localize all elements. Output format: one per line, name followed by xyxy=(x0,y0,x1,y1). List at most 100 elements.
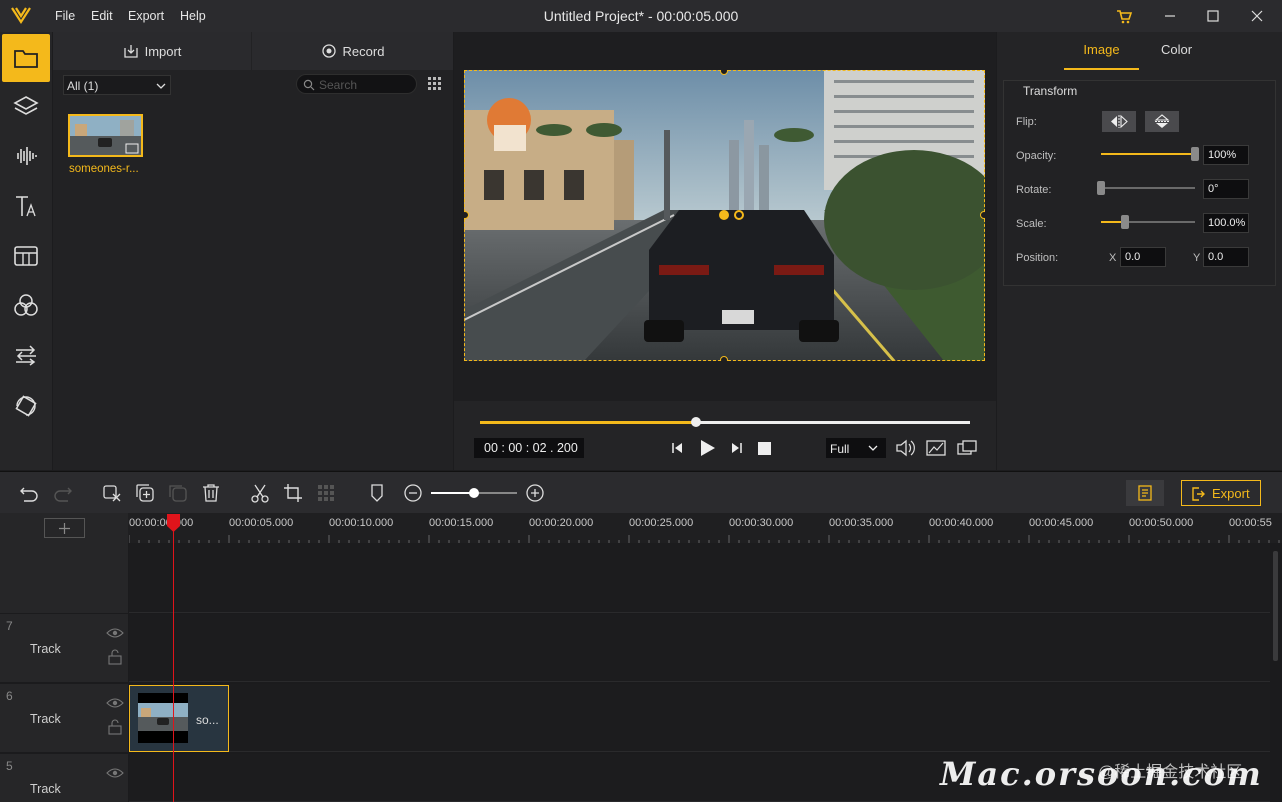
zoom-in-icon[interactable] xyxy=(524,482,546,504)
track-row-7[interactable] xyxy=(129,614,1270,682)
progress-track[interactable] xyxy=(480,417,970,427)
grid-view-icon[interactable] xyxy=(427,76,443,92)
plus-icon xyxy=(59,523,70,534)
filter-select[interactable]: All (1) xyxy=(63,75,171,95)
audio-wave-icon xyxy=(17,147,37,165)
tick-label: 00:00:15.000 xyxy=(429,517,494,529)
nav-filter[interactable] xyxy=(4,284,48,328)
timeline-zoom-slider[interactable] xyxy=(431,488,517,498)
nav-layers[interactable] xyxy=(4,85,48,129)
cart-icon[interactable] xyxy=(1114,6,1134,26)
playhead-handle-icon[interactable] xyxy=(167,514,180,532)
record-button[interactable]: Record xyxy=(252,32,453,70)
timeline-clip[interactable]: so... xyxy=(129,685,229,752)
rotate-input[interactable]: 0° xyxy=(1203,179,1249,199)
maximize-icon[interactable] xyxy=(1203,6,1223,26)
import-button[interactable]: Import xyxy=(53,32,251,70)
search-input[interactable]: Search xyxy=(296,74,417,94)
scissors-icon[interactable] xyxy=(249,482,271,504)
flip-horizontal-button[interactable] xyxy=(1102,111,1136,132)
flip-vertical-button[interactable] xyxy=(1145,111,1179,132)
clip-thumbnail xyxy=(138,693,188,743)
eye-icon[interactable] xyxy=(106,697,124,709)
playhead-line[interactable] xyxy=(173,516,174,802)
delete-gap-icon[interactable] xyxy=(101,482,123,504)
stop-icon[interactable] xyxy=(758,442,771,455)
nav-overlay[interactable] xyxy=(4,334,48,378)
track-header-7: 7 Track xyxy=(0,614,128,682)
volume-icon[interactable] xyxy=(895,438,915,458)
video-frame[interactable] xyxy=(464,70,985,361)
vertical-scrollbar[interactable] xyxy=(1270,543,1282,802)
nav-media[interactable] xyxy=(2,34,50,82)
tick-label: 00:00:20.000 xyxy=(529,517,594,529)
empty-track-header xyxy=(0,543,128,613)
watermark-main: Mac.orsoon.com xyxy=(940,755,1263,793)
add-track-button[interactable] xyxy=(44,518,85,538)
mosaic-icon[interactable] xyxy=(315,482,337,504)
eye-icon[interactable] xyxy=(106,767,124,779)
progress-fill xyxy=(480,421,696,424)
zoom-select[interactable]: Full xyxy=(826,438,886,458)
track-number: 7 xyxy=(6,619,13,633)
media-item-name[interactable]: someones-r... xyxy=(69,163,139,175)
nav-audio[interactable] xyxy=(4,134,48,178)
opacity-slider-fill xyxy=(1101,153,1195,155)
lock-icon[interactable] xyxy=(108,719,122,735)
eye-icon[interactable] xyxy=(106,627,124,639)
position-x-label: X xyxy=(1109,252,1117,264)
marker-icon[interactable] xyxy=(366,482,388,504)
minimize-icon[interactable] xyxy=(1160,6,1180,26)
timeline-ruler[interactable]: 00:00:00.000 00:00:05.000 00:00:10.000 00:0… xyxy=(0,513,1282,543)
scrollbar-thumb[interactable] xyxy=(1273,551,1278,661)
resize-handle-right[interactable] xyxy=(980,211,985,219)
paste-icon[interactable] xyxy=(167,482,189,504)
track-name: Track xyxy=(30,642,61,656)
scale-input[interactable]: 100.0% xyxy=(1203,213,1249,233)
resize-handle-bottom[interactable] xyxy=(720,356,728,361)
rotate-slider-knob[interactable] xyxy=(1097,181,1105,195)
nav-text[interactable] xyxy=(4,184,48,228)
trash-icon[interactable] xyxy=(200,482,222,504)
center-handle[interactable] xyxy=(719,210,729,220)
scale-label: Scale: xyxy=(1016,218,1047,230)
rotate-handle[interactable] xyxy=(734,210,744,220)
timeline-zoom-knob[interactable] xyxy=(469,488,479,498)
next-frame-icon[interactable] xyxy=(729,440,745,456)
lock-icon[interactable] xyxy=(108,649,122,665)
rotate-slider-track[interactable] xyxy=(1101,187,1195,189)
tab-image[interactable]: Image xyxy=(1064,42,1139,57)
scale-slider-knob[interactable] xyxy=(1120,215,1129,229)
zoom-out-icon[interactable] xyxy=(402,482,424,504)
play-icon[interactable] xyxy=(697,438,717,458)
fullscreen-icon[interactable] xyxy=(956,438,978,458)
settings-button[interactable] xyxy=(1126,480,1164,506)
duplicate-icon[interactable] xyxy=(134,482,156,504)
prev-frame-icon[interactable] xyxy=(669,440,685,456)
media-thumbnail[interactable] xyxy=(68,114,143,157)
filter-icon xyxy=(14,294,38,316)
undo-icon[interactable] xyxy=(18,482,40,504)
position-x-input[interactable]: 0.0 xyxy=(1120,247,1166,267)
rotate-label: Rotate: xyxy=(1016,184,1052,196)
redo-icon[interactable] xyxy=(52,482,74,504)
tick-label: 00:00:50.000 xyxy=(1129,517,1194,529)
opacity-input[interactable]: 100% xyxy=(1203,145,1249,165)
tab-color[interactable]: Color xyxy=(1139,42,1214,57)
export-button[interactable]: Export xyxy=(1181,480,1261,506)
tick-marks xyxy=(129,535,1280,543)
empty-track-row[interactable] xyxy=(129,543,1270,613)
close-icon[interactable] xyxy=(1247,6,1267,26)
opacity-slider-knob[interactable] xyxy=(1191,147,1199,161)
crop-icon[interactable] xyxy=(282,482,304,504)
tracks-area: 7 Track 6 Track so... 5 Track @稀土掘金技术社区 … xyxy=(0,543,1282,802)
track-row-6[interactable]: so... xyxy=(129,684,1270,752)
position-y-input[interactable]: 0.0 xyxy=(1203,247,1249,267)
nav-element[interactable] xyxy=(4,384,48,428)
project-settings-icon xyxy=(1138,485,1152,501)
progress-knob[interactable] xyxy=(690,417,701,427)
search-placeholder: Search xyxy=(319,78,358,92)
nav-transition[interactable] xyxy=(4,234,48,278)
snapshot-icon[interactable] xyxy=(925,438,947,458)
overlay-icon xyxy=(16,345,36,366)
